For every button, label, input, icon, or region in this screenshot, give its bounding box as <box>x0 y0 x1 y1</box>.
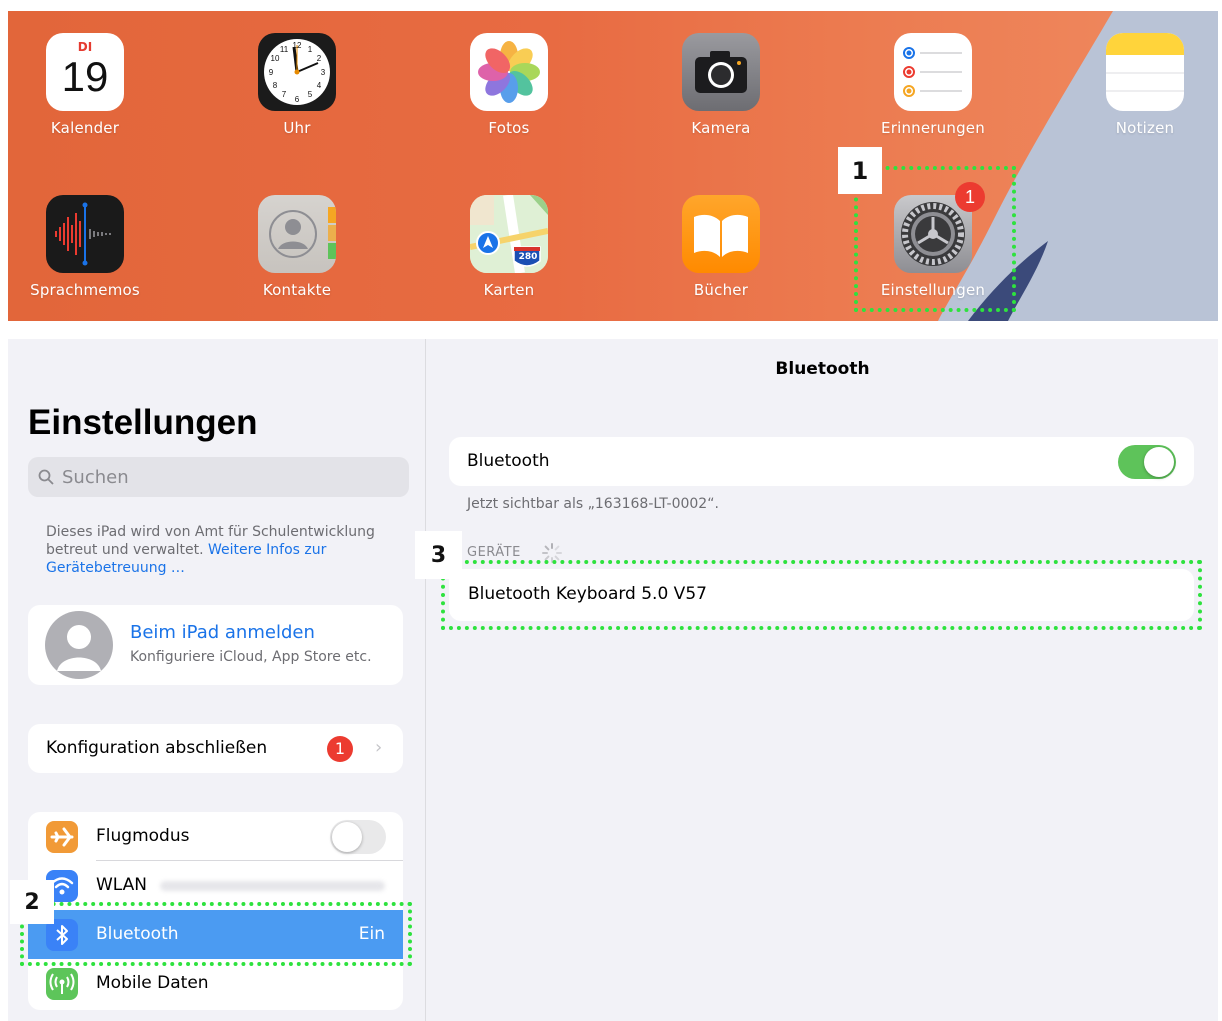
app-books[interactable]: Bücher <box>646 195 796 299</box>
calendar-icon: DI 19 <box>46 33 124 111</box>
sidebar-item-mobile-daten[interactable]: Mobile Daten <box>28 959 403 1008</box>
app-label: Bücher <box>693 281 749 299</box>
bluetooth-toggle-row: Bluetooth <box>449 437 1194 486</box>
svg-text:8: 8 <box>273 81 278 90</box>
book-icon <box>682 195 760 273</box>
apple-id-signin[interactable]: Beim iPad anmelden Konfiguriere iCloud, … <box>28 605 403 685</box>
signin-subtitle: Konfiguriere iCloud, App Store etc. <box>130 649 372 665</box>
sidebar-item-label: Flugmodus <box>96 826 190 846</box>
reminders-icon <box>894 33 972 111</box>
maps-shield-number: 280 <box>518 252 538 262</box>
svg-text:10: 10 <box>271 54 280 63</box>
notes-icon <box>1106 33 1184 111</box>
calendar-day: 19 <box>61 53 109 100</box>
sidebar-item-label: WLAN <box>96 875 148 895</box>
step-callout-1: 1 <box>838 147 882 194</box>
visible-as-text: Jetzt sichtbar als „163168-LT-0002“. <box>467 496 719 512</box>
managed-device-note: Dieses iPad wird von Amt für Schulentwic… <box>46 523 386 577</box>
app-clock[interactable]: 12 1 2 345 678 9 10 11 Uhr <box>222 33 372 137</box>
calendar-weekday: DI <box>77 40 93 54</box>
highlight-box-3 <box>441 560 1202 630</box>
bluetooth-toggle[interactable] <box>1118 445 1176 479</box>
app-notes[interactable]: Notizen <box>1070 33 1218 137</box>
step-callout-2: 2 <box>10 880 54 924</box>
app-label: Erinnerungen <box>881 119 985 137</box>
finish-setup-row[interactable]: Konfiguration abschließen 1 › <box>28 724 403 773</box>
app-maps[interactable]: 280 Karten <box>434 195 584 299</box>
app-photos[interactable]: Fotos <box>434 33 584 137</box>
blurred-network-name <box>160 881 385 891</box>
wallpaper-wave <box>938 11 1218 321</box>
svg-text:3: 3 <box>321 68 326 77</box>
page-title: Einstellungen <box>28 403 258 442</box>
app-label: Sprachmemos <box>30 281 140 299</box>
svg-text:4: 4 <box>317 81 322 90</box>
svg-text:2: 2 <box>317 54 322 63</box>
app-reminders[interactable]: Erinnerungen <box>858 33 1008 137</box>
avatar <box>45 611 113 679</box>
sidebar-item-label: Mobile Daten <box>96 973 209 993</box>
devices-header: GERÄTE <box>467 545 521 560</box>
svg-text:1: 1 <box>308 45 313 54</box>
app-calendar[interactable]: DI 19 Kalender <box>10 33 160 137</box>
app-label: Kamera <box>691 119 751 137</box>
bluetooth-detail-pane: Bluetooth Bluetooth Jetzt sichtbar als „… <box>427 339 1218 1021</box>
app-contacts[interactable]: Kontakte <box>222 195 372 299</box>
search-input[interactable]: Suchen <box>28 457 409 497</box>
app-label: Karten <box>483 281 535 299</box>
sidebar-item-flugmodus[interactable]: Flugmodus <box>28 812 403 861</box>
app-label: Fotos <box>488 119 530 137</box>
svg-text:5: 5 <box>308 90 313 99</box>
chevron-right-icon: › <box>375 737 383 758</box>
svg-text:11: 11 <box>280 45 289 54</box>
clock-icon: 12 1 2 345 678 9 10 11 <box>258 33 336 111</box>
app-camera[interactable]: Kamera <box>646 33 796 137</box>
home-screen: DI 19 Kalender 12 1 2 345 678 9 10 11 Uhr <box>8 11 1218 321</box>
app-voice-memos[interactable]: Sprachmemos <box>10 195 160 299</box>
svg-text:6: 6 <box>295 95 300 104</box>
search-placeholder: Suchen <box>62 466 129 488</box>
app-label: Kontakte <box>262 281 332 299</box>
app-label: Kalender <box>50 119 120 137</box>
app-label: Notizen <box>1115 119 1175 137</box>
antenna-icon <box>46 968 78 1000</box>
camera-icon <box>682 33 760 111</box>
maps-icon: 280 <box>470 195 548 273</box>
finish-setup-label: Konfiguration abschließen <box>46 738 268 758</box>
airplane-mode-toggle[interactable] <box>330 820 386 854</box>
bluetooth-toggle-label: Bluetooth <box>467 451 550 471</box>
step-callout-3: 3 <box>415 531 462 579</box>
notification-badge: 1 <box>327 736 353 762</box>
signin-title: Beim iPad anmelden <box>130 622 315 643</box>
search-icon <box>38 469 54 485</box>
svg-text:9: 9 <box>269 68 274 77</box>
waveform-icon <box>46 195 124 273</box>
nav-title: Bluetooth <box>775 359 870 379</box>
app-label: Uhr <box>283 119 311 137</box>
contacts-icon <box>258 195 336 273</box>
photos-icon <box>470 33 548 111</box>
airplane-icon <box>46 821 78 853</box>
svg-text:7: 7 <box>282 90 287 99</box>
highlight-box-2 <box>20 902 412 966</box>
